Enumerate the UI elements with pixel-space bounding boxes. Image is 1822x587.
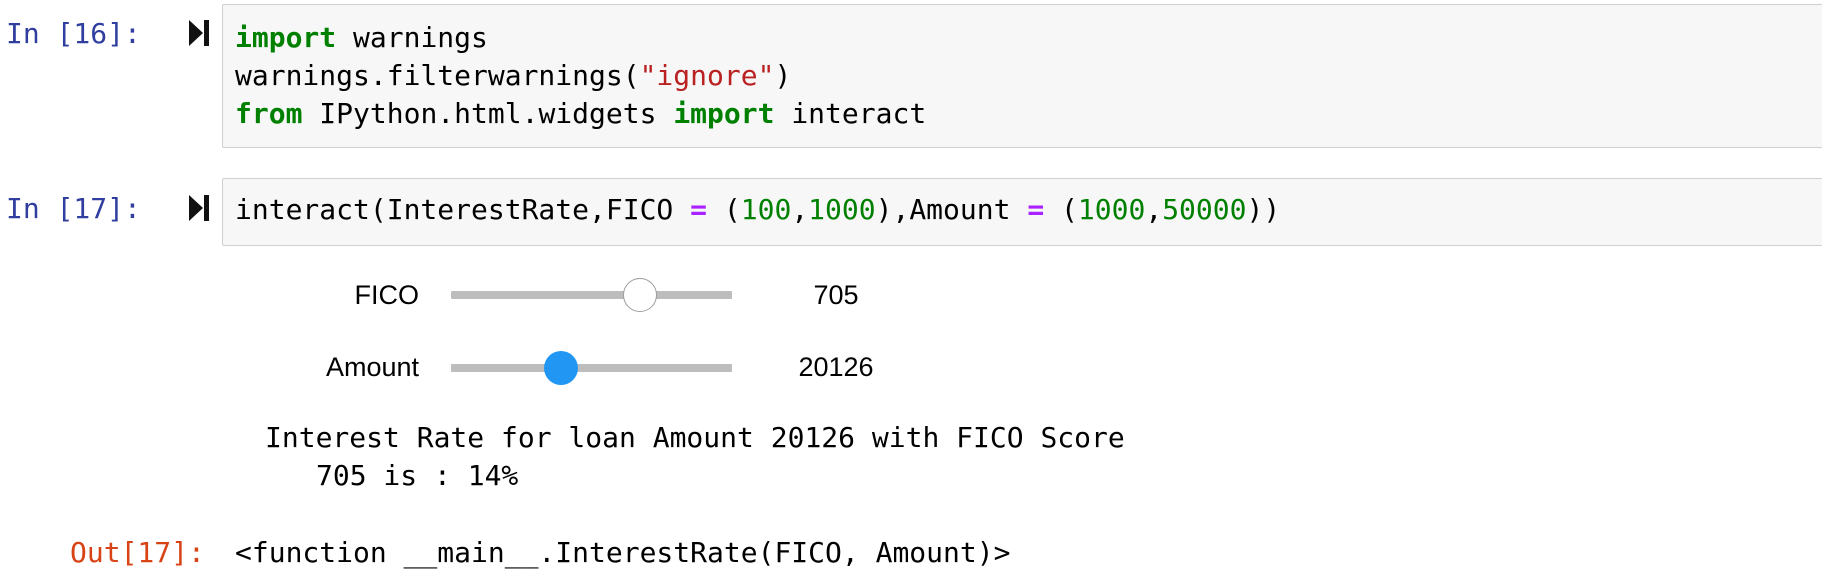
amount-slider-track[interactable] bbox=[451, 364, 732, 372]
amount-slider-handle[interactable] bbox=[543, 351, 578, 385]
fico-slider-handle[interactable] bbox=[622, 278, 657, 312]
fico-slider-label: FICO bbox=[354, 280, 420, 310]
run-cell-17-icon[interactable] bbox=[188, 194, 210, 222]
code-line: import warnings bbox=[235, 21, 488, 54]
stdout-line-1: Interest Rate for loan Amount 20126 with… bbox=[265, 421, 1125, 454]
cell-17-in-prompt: In [17]: bbox=[6, 192, 141, 225]
amount-slider-label: Amount bbox=[325, 352, 419, 382]
cell-17-out-prompt: Out[17]: bbox=[70, 536, 205, 569]
cell-17-code-editor[interactable]: interact(InterestRate,FICO = (100,1000),… bbox=[222, 178, 1822, 246]
cell-17-output-repr: <function __main__.InterestRate(FICO, Am… bbox=[235, 536, 1011, 569]
code-line: interact(InterestRate,FICO = (100,1000),… bbox=[235, 193, 1281, 226]
cell-16-code-editor[interactable]: import warnings warnings.filterwarnings(… bbox=[222, 4, 1822, 148]
amount-slider-value[interactable]: 20126 bbox=[771, 350, 901, 384]
code-line: warnings.filterwarnings("ignore") bbox=[235, 59, 792, 92]
fico-slider-track[interactable] bbox=[451, 291, 732, 299]
code-line: from IPython.html.widgets import interac… bbox=[235, 97, 927, 130]
fico-slider-value[interactable]: 705 bbox=[771, 278, 901, 312]
run-cell-16-icon[interactable] bbox=[188, 19, 210, 47]
cell-16-in-prompt: In [16]: bbox=[6, 17, 141, 50]
stdout-line-2: 705 is : 14% bbox=[316, 459, 519, 492]
